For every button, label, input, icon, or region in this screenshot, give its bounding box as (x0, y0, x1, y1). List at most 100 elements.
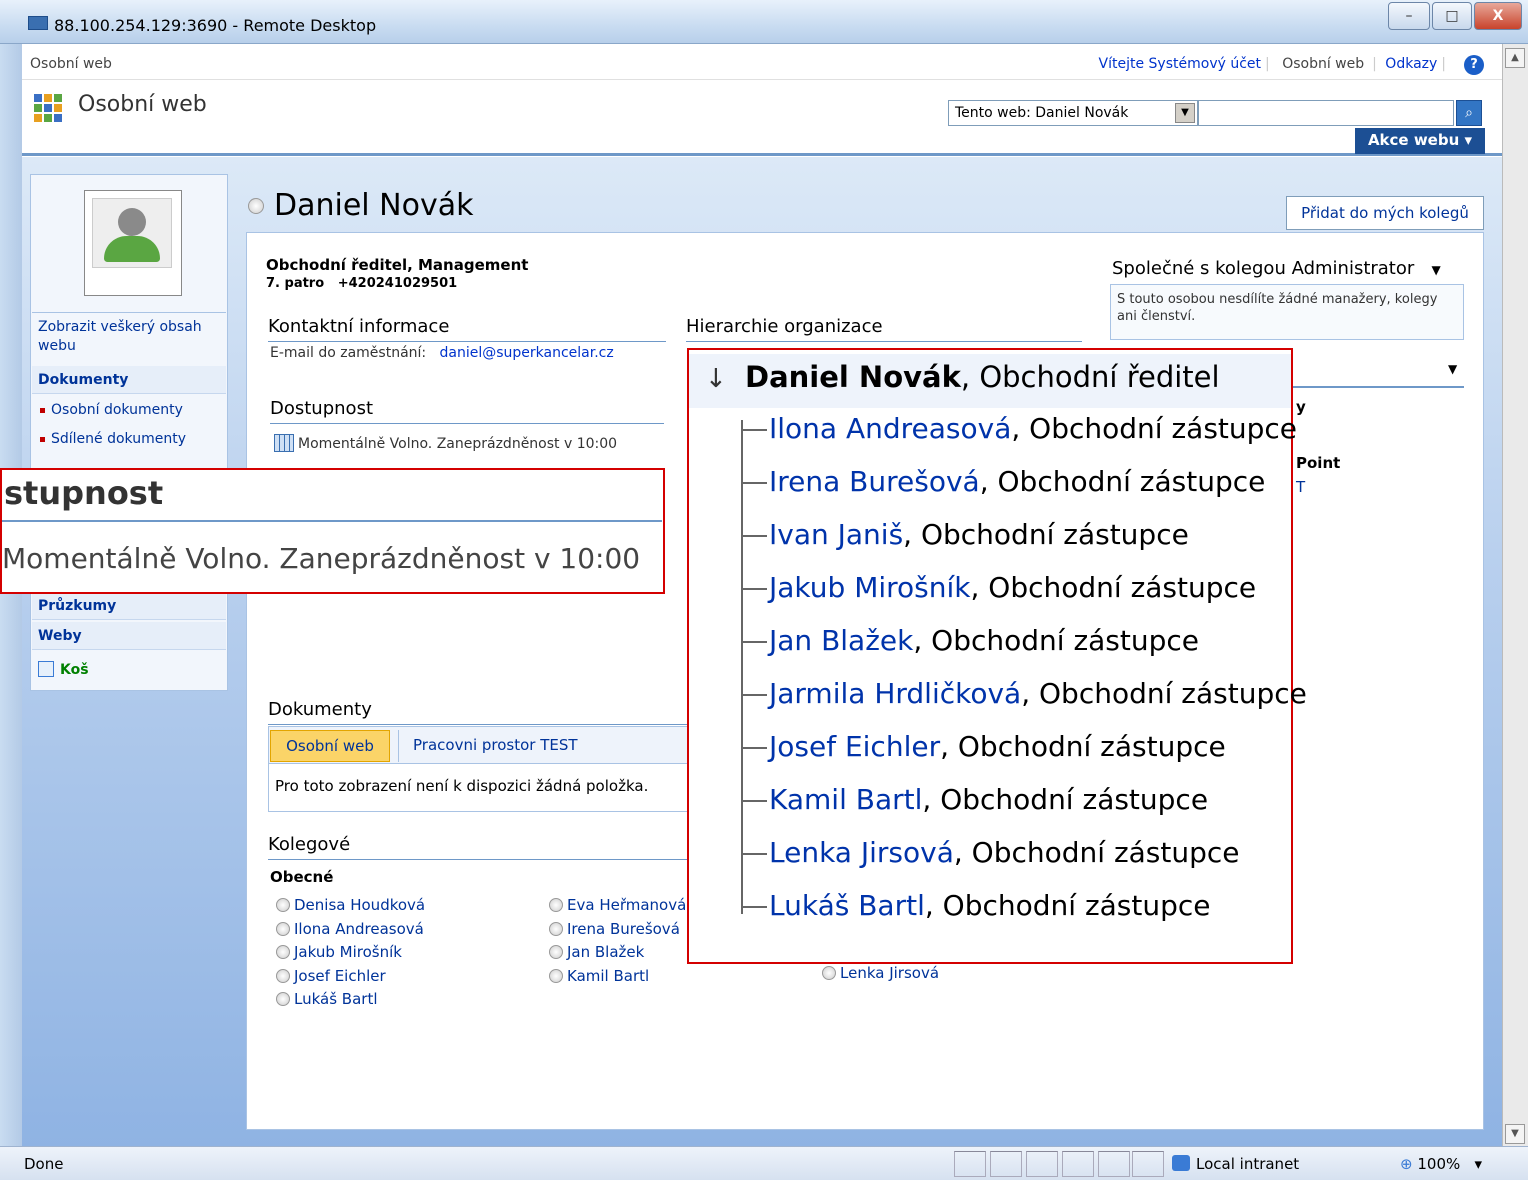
my-site-link[interactable]: Osobní web (1282, 56, 1364, 72)
hierarchy-report[interactable]: Kamil Bartl, Obchodní zástupce (741, 783, 1208, 835)
search-scope-select[interactable]: Tento web: Daniel Novák ▼ (948, 100, 1198, 126)
report-name[interactable]: Jan Blažek (769, 624, 913, 657)
tree-branch (741, 641, 767, 643)
hierarchy-report[interactable]: Irena Burešová, Obchodní zástupce (741, 465, 1265, 517)
hierarchy-report[interactable]: Ilona Andreasová, Obchodní zástupce (741, 412, 1297, 464)
report-role: , Obchodní zástupce (970, 571, 1257, 604)
hierarchy-report[interactable]: Josef Eichler, Obchodní zástupce (741, 730, 1226, 782)
status-text: Done (24, 1155, 64, 1173)
window-title: 88.100.254.129:3690 - Remote Desktop (54, 16, 377, 35)
maximize-button[interactable]: □ (1432, 2, 1472, 30)
hierarchy-report[interactable]: Jakub Mirošník, Obchodní zástupce (741, 571, 1256, 623)
colleagues-column-2: Eva Heřmanová Irena Burešová Jan Blažek … (549, 894, 686, 988)
nav-item-label: Osobní dokumenty (51, 402, 183, 418)
colleague-item[interactable]: Lukáš Bartl (276, 988, 425, 1012)
links-menu[interactable]: Odkazy (1385, 56, 1437, 72)
security-zone[interactable]: Local intranet (1196, 1155, 1299, 1173)
status-cell (1132, 1151, 1164, 1177)
in-common-title: Společné s kolegou Administrator (1112, 258, 1415, 279)
chevron-down-icon[interactable]: ▼ (1448, 362, 1457, 376)
colleague-name: Lukáš Bartl (294, 990, 378, 1008)
person-name: Daniel Novák (274, 188, 474, 223)
help-icon[interactable]: ? (1464, 55, 1484, 75)
site-logo-icon (34, 94, 64, 122)
hierarchy-report[interactable]: Ivan Janiš, Obchodní zástupce (741, 518, 1189, 570)
callout-divider (2, 520, 662, 522)
hierarchy-report[interactable]: Jan Blažek, Obchodní zástupce (741, 624, 1199, 676)
nav-item-label: Koš (60, 662, 89, 678)
availability-row: Momentálně Volno. Zaneprázdněnost v 10:0… (274, 434, 617, 452)
tree-branch (741, 906, 767, 908)
close-button[interactable]: X (1474, 2, 1522, 30)
site-breadcrumb[interactable]: Osobní web (30, 56, 112, 72)
presence-icon (276, 921, 290, 936)
status-cell (990, 1151, 1022, 1177)
report-name[interactable]: Ilona Andreasová (769, 412, 1011, 445)
tab-personal-site[interactable]: Osobní web (270, 730, 390, 762)
nav-sites[interactable]: Weby (32, 622, 226, 650)
welcome-menu[interactable]: Vítejte Systémový účet (1099, 56, 1261, 72)
colleague-item[interactable]: Ilona Andreasová (276, 918, 425, 942)
view-all-content-link[interactable]: Zobrazit veškerý obsah webu (32, 318, 226, 356)
nav-documents[interactable]: Dokumenty (32, 366, 226, 394)
colleague-item[interactable]: Jakub Mirošník (276, 941, 425, 965)
report-name[interactable]: Jarmila Hrdličková (769, 677, 1021, 710)
manager-role: , Obchodní ředitel (960, 360, 1220, 394)
search-input[interactable] (1198, 100, 1454, 126)
colleague-item[interactable]: Denisa Houdková (276, 894, 425, 918)
hierarchy-report[interactable]: Jarmila Hrdličková, Obchodní zástupce (741, 677, 1307, 729)
tree-branch (741, 800, 767, 802)
zoom-level[interactable]: ⊕ 100% ▾ (1400, 1155, 1482, 1173)
report-name[interactable]: Kamil Bartl (769, 783, 922, 816)
chevron-down-icon[interactable]: ▼ (1431, 263, 1440, 277)
nav-shared-documents[interactable]: Sdílené dokumenty (32, 425, 226, 453)
site-actions-menu[interactable]: Akce webu ▾ (1355, 128, 1485, 154)
nav-item-label: Sdílené dokumenty (51, 431, 187, 447)
colleague-item[interactable]: Kamil Bartl (549, 965, 686, 989)
hierarchy-manager[interactable]: Daniel Novák, Obchodní ředitel (745, 360, 1220, 394)
colleague-item[interactable]: Irena Burešová (549, 918, 686, 942)
arrow-down-icon: ↓ (705, 364, 727, 394)
colleague-item[interactable]: Jan Blažek (549, 941, 686, 965)
phone: +420241029501 (337, 276, 458, 291)
email-label: E-mail do zaměstnání: (270, 345, 427, 361)
colleague-item[interactable]: Eva Heřmanová (549, 894, 686, 918)
tree-branch (741, 482, 767, 484)
report-name[interactable]: Ivan Janiš (769, 518, 903, 551)
nav-personal-documents[interactable]: Osobní dokumenty (32, 396, 226, 424)
colleague-item[interactable]: Lenka Jirsová (822, 964, 939, 982)
report-name[interactable]: Lukáš Bartl (769, 889, 925, 922)
report-name[interactable]: Lenka Jirsová (769, 836, 954, 869)
report-name[interactable]: Jakub Mirošník (769, 571, 970, 604)
chevron-down-icon[interactable]: ▼ (1175, 103, 1195, 123)
zoom-icon: ⊕ (1400, 1155, 1413, 1173)
presence-icon (276, 945, 290, 959)
scroll-up-icon[interactable]: ▲ (1505, 48, 1525, 68)
hierarchy-report[interactable]: Lenka Jirsová, Obchodní zástupce (741, 836, 1240, 888)
tree-branch (741, 429, 767, 431)
search-scope-value: Tento web: Daniel Novák (955, 105, 1129, 121)
in-common-heading[interactable]: Společné s kolegou Administrator ▼ (1112, 258, 1441, 279)
nav-recycle-bin[interactable]: Koš (32, 656, 226, 684)
user-head-icon (118, 208, 146, 236)
report-name[interactable]: Josef Eichler (769, 730, 940, 763)
minimize-button[interactable]: – (1388, 2, 1430, 30)
floor: 7. patro (266, 276, 325, 291)
scroll-down-icon[interactable]: ▼ (1505, 1124, 1525, 1144)
presence-icon (276, 898, 290, 912)
add-colleague-button[interactable]: Přidat do mých kolegů (1286, 196, 1484, 230)
site-header: Osobní web Tento web: Daniel Novák ▼ ⌕ A… (22, 82, 1502, 156)
nav-surveys[interactable]: Průzkumy (32, 592, 226, 620)
search-icon[interactable]: ⌕ (1456, 100, 1482, 126)
availability-heading: Dostupnost (270, 398, 664, 424)
partial-text-t: T (1296, 478, 1306, 496)
report-name[interactable]: Irena Burešová (769, 465, 980, 498)
tree-branch (741, 694, 767, 696)
email-link[interactable]: daniel@superkancelar.cz (440, 345, 614, 361)
site-title[interactable]: Osobní web (78, 92, 207, 117)
tab-workspace-test[interactable]: Pracovni prostor TEST (398, 730, 598, 762)
hierarchy-report[interactable]: Lukáš Bartl, Obchodní zástupce (741, 889, 1211, 941)
report-role: , Obchodní zástupce (979, 465, 1266, 498)
colleague-item[interactable]: Josef Eichler (276, 965, 425, 989)
vertical-scrollbar[interactable]: ▲ ▼ (1502, 44, 1528, 1150)
